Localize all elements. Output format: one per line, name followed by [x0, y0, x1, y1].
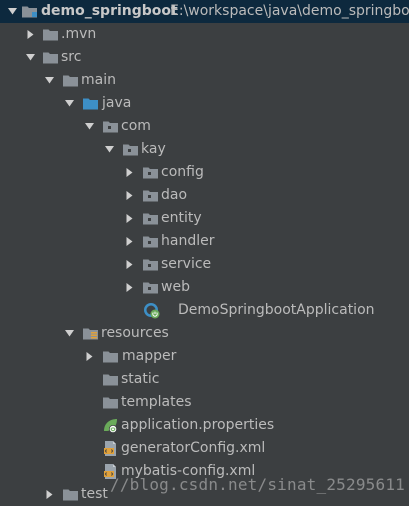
folder-icon	[62, 72, 79, 89]
tree-item[interactable]: static	[0, 368, 409, 391]
package-folder-icon	[122, 141, 139, 158]
package-folder-icon	[102, 118, 119, 135]
package-folder-icon	[142, 210, 159, 227]
folder-icon	[42, 26, 59, 43]
tree-item-label: web	[161, 279, 190, 295]
expanded-arrow-icon[interactable]	[7, 0, 17, 23]
package-folder-icon	[142, 187, 159, 204]
tree-item[interactable]: generatorConfig.xml	[0, 437, 409, 460]
expanded-arrow-icon[interactable]	[84, 115, 94, 138]
folder-icon	[102, 371, 119, 388]
spring-boot-class-icon	[143, 302, 160, 319]
tree-item[interactable]: kay	[0, 138, 409, 161]
watermark-text: //blog.csdn.net/sinat_25295611	[110, 475, 405, 494]
expanded-arrow-icon[interactable]	[64, 92, 74, 115]
tree-item-label: mapper	[122, 348, 177, 364]
tree-item-label: demo_springboot	[41, 3, 178, 19]
expanded-arrow-icon[interactable]	[44, 69, 54, 92]
tree-item[interactable]: mapper	[0, 345, 409, 368]
project-tree: demo_springboot E:\workspace\java\demo_sp…	[0, 0, 409, 506]
tree-item[interactable]: application.properties	[0, 414, 409, 437]
spring-properties-icon	[102, 417, 119, 434]
tree-item-label: test	[81, 486, 108, 502]
folder-icon	[42, 49, 59, 66]
source-root-folder-icon	[82, 95, 99, 112]
tree-item-label: src	[61, 49, 82, 65]
tree-item[interactable]: entity	[0, 207, 409, 230]
tree-item-label: generatorConfig.xml	[121, 440, 266, 456]
collapsed-arrow-icon[interactable]	[25, 23, 35, 46]
tree-item[interactable]: DemoSpringbootApplication	[0, 299, 409, 322]
tree-item[interactable]: config	[0, 161, 409, 184]
tree-item-label: main	[81, 72, 116, 88]
tree-item[interactable]: handler	[0, 230, 409, 253]
collapsed-arrow-icon[interactable]	[44, 483, 54, 506]
collapsed-arrow-icon[interactable]	[124, 184, 134, 207]
tree-item[interactable]: java	[0, 92, 409, 115]
tree-item-label: templates	[121, 394, 192, 410]
folder-icon	[102, 348, 119, 365]
tree-item[interactable]: resources	[0, 322, 409, 345]
collapsed-arrow-icon[interactable]	[124, 230, 134, 253]
tree-item-label: DemoSpringbootApplication	[178, 302, 375, 318]
tree-item-label: entity	[161, 210, 202, 226]
expanded-arrow-icon[interactable]	[64, 322, 74, 345]
tree-item-label: com	[121, 118, 151, 134]
project-root-row[interactable]: demo_springboot E:\workspace\java\demo_sp…	[0, 0, 409, 23]
tree-item-label: handler	[161, 233, 215, 249]
collapsed-arrow-icon[interactable]	[124, 161, 134, 184]
tree-item-label: kay	[141, 141, 166, 157]
folder-icon	[102, 394, 119, 411]
tree-item-label: dao	[161, 187, 188, 203]
project-path: E:\workspace\java\demo_springboot	[170, 3, 409, 19]
folder-icon	[62, 486, 79, 503]
tree-item-label: .mvn	[61, 26, 97, 42]
resources-root-folder-icon	[82, 325, 99, 342]
collapsed-arrow-icon[interactable]	[124, 253, 134, 276]
package-folder-icon	[142, 164, 159, 181]
tree-item[interactable]: dao	[0, 184, 409, 207]
tree-item[interactable]: service	[0, 253, 409, 276]
tree-item[interactable]: templates	[0, 391, 409, 414]
expanded-arrow-icon[interactable]	[25, 46, 35, 69]
package-folder-icon	[142, 256, 159, 273]
collapsed-arrow-icon[interactable]	[124, 207, 134, 230]
tree-item[interactable]: .mvn	[0, 23, 409, 46]
package-folder-icon	[142, 233, 159, 250]
expanded-arrow-icon[interactable]	[104, 138, 114, 161]
module-folder-icon	[21, 3, 38, 20]
tree-item[interactable]: main	[0, 69, 409, 92]
tree-item[interactable]: src	[0, 46, 409, 69]
collapsed-arrow-icon[interactable]	[84, 345, 94, 368]
tree-item-label: static	[121, 371, 160, 387]
tree-item-label: java	[102, 95, 132, 111]
tree-item-label: config	[161, 164, 204, 180]
tree-item[interactable]: web	[0, 276, 409, 299]
collapsed-arrow-icon[interactable]	[124, 276, 134, 299]
package-folder-icon	[142, 279, 159, 296]
tree-item-label: application.properties	[121, 417, 275, 433]
tree-item-label: resources	[101, 325, 169, 341]
tree-item-label: service	[161, 256, 212, 272]
tree-item[interactable]: com	[0, 115, 409, 138]
xml-file-icon	[102, 440, 119, 457]
